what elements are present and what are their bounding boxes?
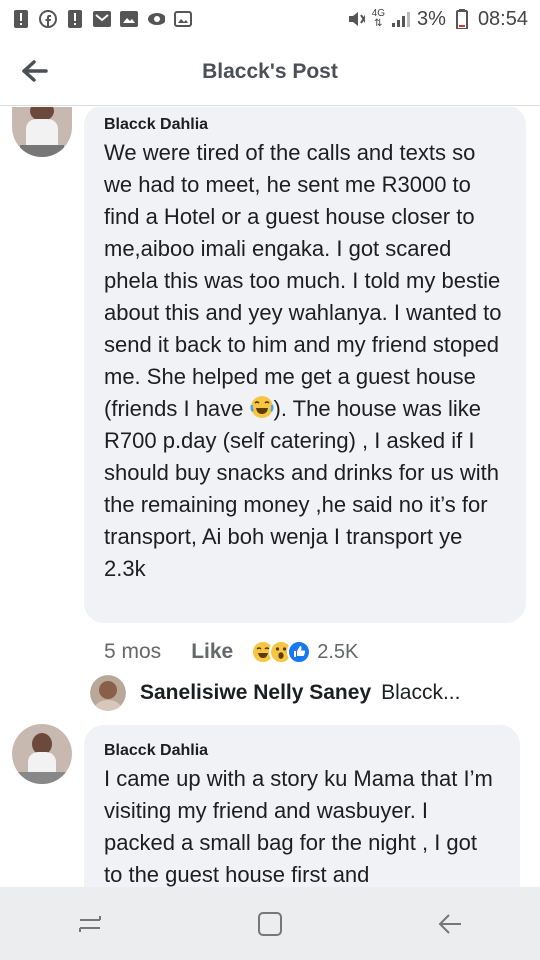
comment-text-part: We were tired of the calls and texts so … <box>104 140 502 421</box>
signal-icon <box>392 10 411 28</box>
gallery-icon <box>120 10 138 28</box>
battery-percent: 3% <box>417 7 446 30</box>
status-bar: 4G ⇅ 3% 08:54 <box>0 0 540 38</box>
alert-icon <box>12 10 30 28</box>
comment-text: I came up with a story ku Mama that I’m … <box>104 766 493 887</box>
reply-author[interactable]: Sanelisiwe Nelly Saney <box>140 681 371 705</box>
eye-icon <box>147 10 165 28</box>
like-reaction-icon <box>287 640 312 664</box>
network-indicator: 4G ⇅ <box>372 9 385 29</box>
home-icon <box>258 911 282 936</box>
facebook-icon <box>39 10 57 28</box>
reaction-count: 2.5K <box>317 640 359 663</box>
clock: 08:54 <box>477 7 528 30</box>
mail-icon <box>93 10 111 28</box>
reply-avatar[interactable] <box>90 675 126 711</box>
header: Blacck's Post <box>0 38 540 106</box>
comment-bubble[interactable]: Blacck Dahlia We were tired of the calls… <box>84 107 526 623</box>
page-title: Blacck's Post <box>202 59 338 83</box>
comment-author[interactable]: Blacck Dahlia <box>104 113 506 137</box>
system-status: 4G ⇅ 3% 08:54 <box>347 8 528 31</box>
comment-meta: 5 mos Like 2.5K <box>104 637 358 667</box>
avatar[interactable] <box>12 107 72 157</box>
reply-preview[interactable]: Sanelisiwe Nelly Saney Blacck... <box>90 673 460 713</box>
comment-author[interactable]: Blacck Dahlia <box>104 739 500 763</box>
like-button[interactable]: Like <box>191 640 233 664</box>
battery-icon <box>453 9 471 29</box>
data-arrows-icon: ⇅ <box>374 18 383 29</box>
reply-snippet: Blacck... <box>381 681 461 704</box>
notification-icons <box>12 10 192 28</box>
comment-text: We were tired of the calls and texts so … <box>104 137 506 585</box>
recent-apps-button[interactable] <box>70 904 110 944</box>
alert-icon <box>66 10 84 28</box>
system-nav-bar <box>0 887 540 960</box>
back-arrow-icon <box>22 60 48 82</box>
comment-bubble[interactable]: Blacck Dahlia I came up with a story ku … <box>84 725 520 887</box>
image-icon <box>174 10 192 28</box>
recent-apps-icon <box>79 915 101 932</box>
nav-back-icon <box>438 913 461 934</box>
comment-time[interactable]: 5 mos <box>104 640 161 664</box>
comments-list[interactable]: Blacck Dahlia We were tired of the calls… <box>0 107 540 887</box>
home-button[interactable] <box>250 904 290 944</box>
avatar[interactable] <box>12 724 72 784</box>
reactions-summary[interactable]: 2.5K <box>251 640 358 664</box>
crying-laughing-emoji-icon <box>249 395 274 419</box>
nav-back-button[interactable] <box>430 904 470 944</box>
back-button[interactable] <box>20 58 50 84</box>
comment-text-part: ). The house was like R700 p.day (self c… <box>104 396 499 581</box>
mute-icon <box>347 10 365 28</box>
